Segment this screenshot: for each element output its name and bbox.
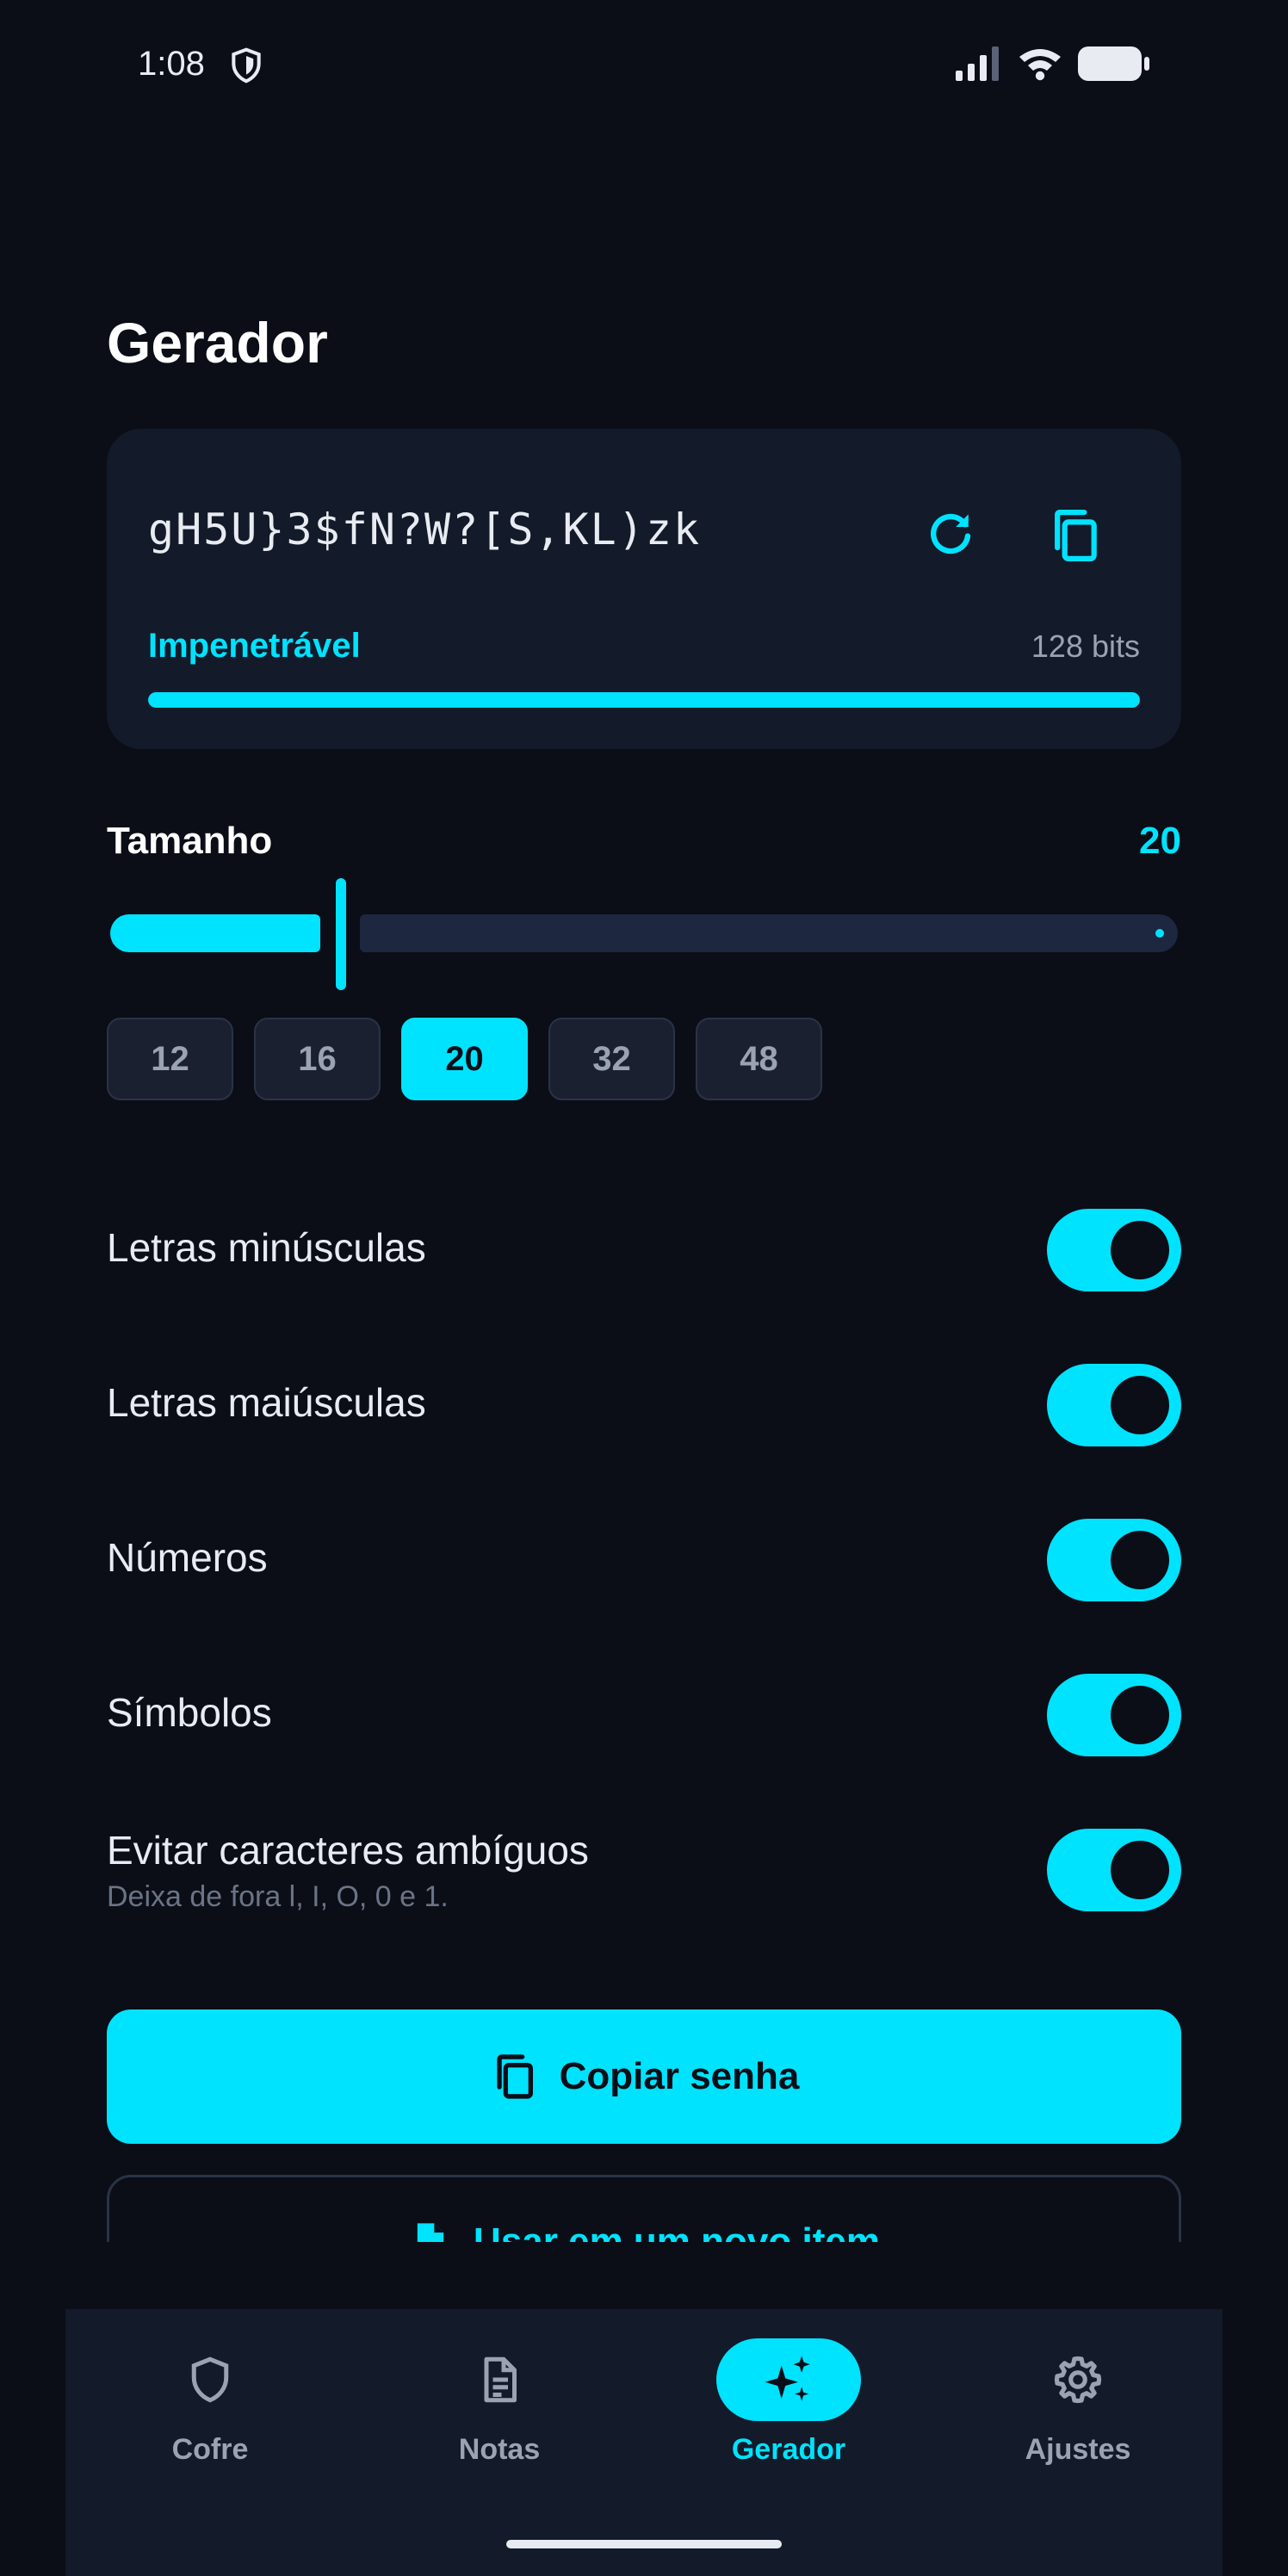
- toggle-knob: [1111, 1221, 1169, 1279]
- entropy-label: 128 bits: [1031, 629, 1140, 664]
- use-in-new-item-label: Usar em um novo item: [474, 2220, 880, 2242]
- toggle-numbers[interactable]: [1047, 1519, 1181, 1601]
- option-label: Números: [107, 1535, 268, 1580]
- wifi-icon: [1019, 49, 1061, 81]
- option-label: Letras maiúsculas: [107, 1380, 426, 1425]
- size-value: 20: [1139, 820, 1181, 862]
- bottom-navigation: Cofre Notas Gerador Ajustes: [65, 2309, 1223, 2576]
- sparkles-icon: [765, 2356, 810, 2401]
- home-indicator[interactable]: [506, 2540, 782, 2548]
- nav-icon-container: [716, 2338, 861, 2421]
- preset-48[interactable]: 48: [696, 1018, 822, 1100]
- option-numbers: Números: [107, 1517, 1181, 1603]
- status-time: 1:08: [138, 45, 205, 83]
- copy-password-button[interactable]: [1040, 501, 1109, 570]
- nav-label: Cofre: [171, 2433, 249, 2466]
- preset-12[interactable]: 12: [107, 1018, 233, 1100]
- nav-icon-container: [138, 2338, 282, 2421]
- nav-icon-container: [1006, 2338, 1150, 2421]
- document-icon: [484, 2356, 517, 2403]
- copy-password-label: Copiar senha: [559, 2055, 800, 2097]
- new-document-icon: [417, 2223, 444, 2242]
- copy-icon: [1055, 509, 1097, 562]
- nav-item-notas[interactable]: Notas: [355, 2309, 644, 2481]
- option-label: Símbolos: [107, 1690, 272, 1735]
- regenerate-button[interactable]: [920, 503, 981, 565]
- option-label: Letras minúsculas: [107, 1225, 426, 1270]
- new-item-button-clip: Usar em um novo item: [107, 2175, 1181, 2242]
- option-label: Evitar caracteres ambíguos: [107, 1828, 589, 1873]
- signal-icon: [956, 46, 999, 81]
- preset-32[interactable]: 32: [548, 1018, 675, 1100]
- toggle-lowercase[interactable]: [1047, 1209, 1181, 1291]
- toggle-knob: [1111, 1841, 1169, 1899]
- generated-password[interactable]: gH5U}3$fN?W?[S,KL)zk: [148, 505, 701, 554]
- preset-16[interactable]: 16: [254, 1018, 381, 1100]
- toggle-knob: [1111, 1376, 1169, 1434]
- use-in-new-item-button[interactable]: Usar em um novo item: [107, 2175, 1181, 2242]
- refresh-icon: [930, 513, 971, 554]
- toggle-knob: [1111, 1686, 1169, 1744]
- nav-item-cofre[interactable]: Cofre: [65, 2309, 355, 2481]
- copy-icon: [497, 2054, 533, 2099]
- status-icons: [954, 46, 1150, 81]
- nav-label: Notas: [458, 2433, 541, 2466]
- slider-inactive-track: [360, 914, 1178, 952]
- shield-status-icon: [232, 47, 261, 84]
- toggle-knob: [1111, 1531, 1169, 1589]
- password-card: gH5U}3$fN?W?[S,KL)zk Impenetrável 128 bi…: [107, 429, 1181, 749]
- option-lowercase: Letras minúsculas: [107, 1207, 1181, 1293]
- toggle-avoid-ambiguous[interactable]: [1047, 1829, 1181, 1911]
- size-label: Tamanho: [107, 820, 273, 862]
- nav-item-gerador[interactable]: Gerador: [644, 2309, 933, 2481]
- copy-password-main-button[interactable]: Copiar senha: [107, 2009, 1181, 2144]
- slider-end-dot: [1155, 929, 1164, 938]
- shield-icon: [191, 2356, 229, 2403]
- strength-bar: [148, 692, 1140, 708]
- nav-label: Ajustes: [1025, 2433, 1131, 2466]
- nav-item-ajustes[interactable]: Ajustes: [933, 2309, 1223, 2481]
- option-symbols: Símbolos: [107, 1672, 1181, 1758]
- nav-icon-container: [427, 2338, 572, 2421]
- option-uppercase: Letras maiúsculas: [107, 1362, 1181, 1448]
- toggle-symbols[interactable]: [1047, 1674, 1181, 1756]
- page-title: Gerador: [107, 311, 328, 375]
- nav-label: Gerador: [731, 2433, 846, 2466]
- preset-20[interactable]: 20: [401, 1018, 528, 1100]
- toggle-uppercase[interactable]: [1047, 1364, 1181, 1446]
- battery-icon: [1078, 46, 1149, 81]
- gear-icon: [1054, 2356, 1102, 2404]
- strength-label: Impenetrável: [148, 627, 361, 665]
- size-slider[interactable]: [110, 878, 1178, 990]
- option-sublabel: Deixa de fora l, I, O, 0 e 1.: [107, 1880, 449, 1913]
- option-avoid-ambiguous: Evitar caracteres ambíguos Deixa de fora…: [107, 1827, 1181, 1913]
- size-presets: 12 16 20 32 48: [107, 1018, 822, 1100]
- slider-handle[interactable]: [336, 878, 346, 990]
- slider-active-track: [110, 914, 320, 952]
- status-bar: 1:08: [0, 0, 1288, 138]
- strength-bar-fill: [148, 692, 1140, 708]
